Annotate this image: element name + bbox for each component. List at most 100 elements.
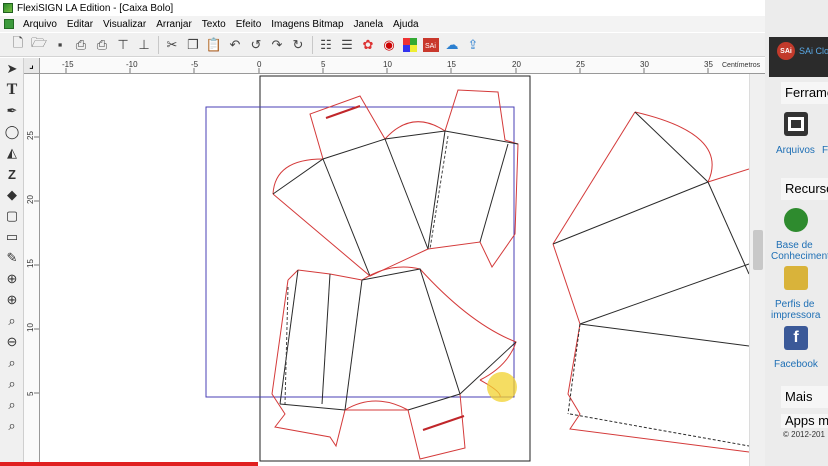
menu-imagens-bitmap[interactable]: Imagens Bitmap xyxy=(266,19,348,30)
vruler-label: 15 xyxy=(26,259,35,268)
color-wheel-icon[interactable]: ✿ xyxy=(358,35,378,55)
zoom-previous-icon[interactable]: ⌕ xyxy=(2,395,22,415)
cursor-highlight xyxy=(487,372,517,402)
menu-efeito[interactable]: Efeito xyxy=(231,19,267,30)
zoom-selection-icon[interactable]: ⌕ xyxy=(2,416,22,436)
color-picker-icon[interactable]: ◉ xyxy=(379,35,399,55)
ellipse-tool-icon[interactable]: ◯ xyxy=(2,122,22,142)
files-icon[interactable] xyxy=(784,112,808,136)
cut-plot-icon[interactable]: ⊤ xyxy=(113,35,133,55)
printer-profiles-icon[interactable] xyxy=(784,266,808,290)
zigzag-icon[interactable]: Z xyxy=(2,164,22,184)
fill-tool-icon[interactable]: ◆ xyxy=(2,185,22,205)
hruler-label: 10 xyxy=(383,60,392,69)
sai-logo: SAi xyxy=(777,42,795,60)
glue-tab-mark xyxy=(325,105,361,119)
hruler-label: -15 xyxy=(62,60,74,69)
zoom-out-icon[interactable]: ⊖ xyxy=(2,332,22,352)
properties-icon[interactable]: ☷ xyxy=(316,35,336,55)
sai-icon[interactable]: SAi xyxy=(421,35,441,55)
print-setup-icon[interactable]: ⎙ xyxy=(71,35,91,55)
panel-header: SAi SAi Cloud xyxy=(769,37,828,77)
menu-arranjar[interactable]: Arranjar xyxy=(151,19,197,30)
upload-cloud-icon[interactable]: ⇪ xyxy=(463,35,483,55)
undo-icon[interactable]: ↶ xyxy=(225,35,245,55)
save-icon[interactable]: ▪ xyxy=(50,35,70,55)
section-apps[interactable]: Apps m xyxy=(781,414,828,428)
sai-cloud-panel: SAi SAi Cloud Ferramentas Arquivos F Rec… xyxy=(765,0,828,466)
right-piece-cut[interactable] xyxy=(552,111,749,453)
knowledge-base-icon[interactable] xyxy=(784,208,808,232)
item-knowledge-line1[interactable]: Base de xyxy=(776,240,813,251)
redo-all-icon[interactable]: ↻ xyxy=(288,35,308,55)
item-knowledge-line2[interactable]: Conhecimento xyxy=(771,251,828,262)
copy-icon[interactable]: ❐ xyxy=(183,35,203,55)
vruler-label: 10 xyxy=(26,323,35,332)
zoom-fit-icon[interactable]: ⌕ xyxy=(2,374,22,394)
print-icon[interactable]: ⎙ xyxy=(92,35,112,55)
lower-piece-cut[interactable] xyxy=(271,266,517,460)
menu-editar[interactable]: Editar xyxy=(62,19,98,30)
rectangle-tool-icon[interactable]: ▢ xyxy=(2,206,22,226)
zoom-page-icon[interactable]: ⌕ xyxy=(2,311,22,331)
window-title: FlexiSIGN LA Edition - [Caixa Bolo] xyxy=(17,2,174,14)
horizontal-ruler[interactable]: -15 -10 -5 0 5 10 15 20 25 30 35 Centíme… xyxy=(40,58,765,74)
hruler-label: 25 xyxy=(576,60,585,69)
eyedropper-icon[interactable]: ✎ xyxy=(2,248,22,268)
item-printer-line1[interactable]: Perfis de xyxy=(775,299,814,310)
horizontal-ruler-ticks: -15 -10 -5 0 5 10 15 20 25 30 35 Centíme… xyxy=(62,60,761,73)
vertical-ruler[interactable]: 25 20 15 10 5 xyxy=(24,74,40,466)
hruler-label: -10 xyxy=(126,60,138,69)
redo-icon[interactable]: ↷ xyxy=(267,35,287,55)
scrollbar-thumb[interactable] xyxy=(753,230,763,270)
paste-icon[interactable]: 📋 xyxy=(204,35,224,55)
hruler-label: 20 xyxy=(512,60,521,69)
item-files-second[interactable]: F xyxy=(822,145,828,156)
facebook-icon[interactable]: f xyxy=(784,326,808,350)
zoom-pan-icon[interactable]: ⊕ xyxy=(2,269,22,289)
ruler-origin-corner[interactable]: ⌟ xyxy=(24,58,40,74)
shape-edit-icon[interactable]: ◭ xyxy=(2,143,22,163)
vruler-label: 5 xyxy=(26,391,35,396)
menu-ajuda[interactable]: Ajuda xyxy=(388,19,424,30)
hruler-label: 35 xyxy=(704,60,713,69)
cloud-icon[interactable]: ☁ xyxy=(442,35,462,55)
item-printer-line2[interactable]: impressora xyxy=(771,310,820,321)
text-tool-icon[interactable]: T xyxy=(2,80,22,100)
swatch-icon[interactable] xyxy=(400,35,420,55)
drawing-canvas[interactable] xyxy=(40,74,749,466)
zoom-in-icon[interactable]: ⊕ xyxy=(2,290,22,310)
document-icon[interactable] xyxy=(4,19,14,29)
section-more[interactable]: Mais xyxy=(781,386,828,408)
menu-bar: Arquivo Editar Visualizar Arranjar Texto… xyxy=(0,16,765,32)
toolbar-separator xyxy=(158,35,159,54)
scissors-icon[interactable]: ✂ xyxy=(162,35,182,55)
plot-icon[interactable]: ⊥ xyxy=(134,35,154,55)
brand-label: SAi Cloud xyxy=(799,46,828,56)
select-arrow-icon[interactable]: ➤ xyxy=(2,59,22,79)
measure-tool-icon[interactable]: ▭ xyxy=(2,227,22,247)
main-toolbar: 🗋 🗁 ▪ ⎙ ⎙ ⊤ ⊥ ✂ ❐ 📋 ↶ ↺ ↷ ↻ ☷ ☰ ✿ ◉ SAi … xyxy=(0,33,765,57)
open-icon[interactable]: 🗁 xyxy=(29,35,49,55)
vertical-scrollbar[interactable] xyxy=(749,74,765,466)
job-info-icon[interactable]: ☰ xyxy=(337,35,357,55)
menu-visualizar[interactable]: Visualizar xyxy=(98,19,151,30)
menu-arquivo[interactable]: Arquivo xyxy=(18,19,62,30)
app-icon xyxy=(3,3,13,13)
new-icon[interactable]: 🗋 xyxy=(8,35,28,55)
pen-tool-icon[interactable]: ✒ xyxy=(2,101,22,121)
undo-all-icon[interactable]: ↺ xyxy=(246,35,266,55)
sai-glyph: SAi xyxy=(423,37,439,52)
item-files[interactable]: Arquivos xyxy=(776,145,815,156)
item-facebook[interactable]: Facebook xyxy=(774,359,818,370)
upper-piece-cut[interactable] xyxy=(272,89,519,277)
menu-janela[interactable]: Janela xyxy=(349,19,388,30)
dieline-artwork xyxy=(205,75,749,462)
files-glyph xyxy=(788,117,804,131)
upper-piece-folds xyxy=(272,130,519,277)
ruler-unit-label: Centímetros xyxy=(722,62,761,69)
menu-texto[interactable]: Texto xyxy=(197,19,231,30)
zoom-all-icon[interactable]: ⌕ xyxy=(2,353,22,373)
vruler-label: 20 xyxy=(26,195,35,204)
svg-text:SAi: SAi xyxy=(425,43,436,50)
